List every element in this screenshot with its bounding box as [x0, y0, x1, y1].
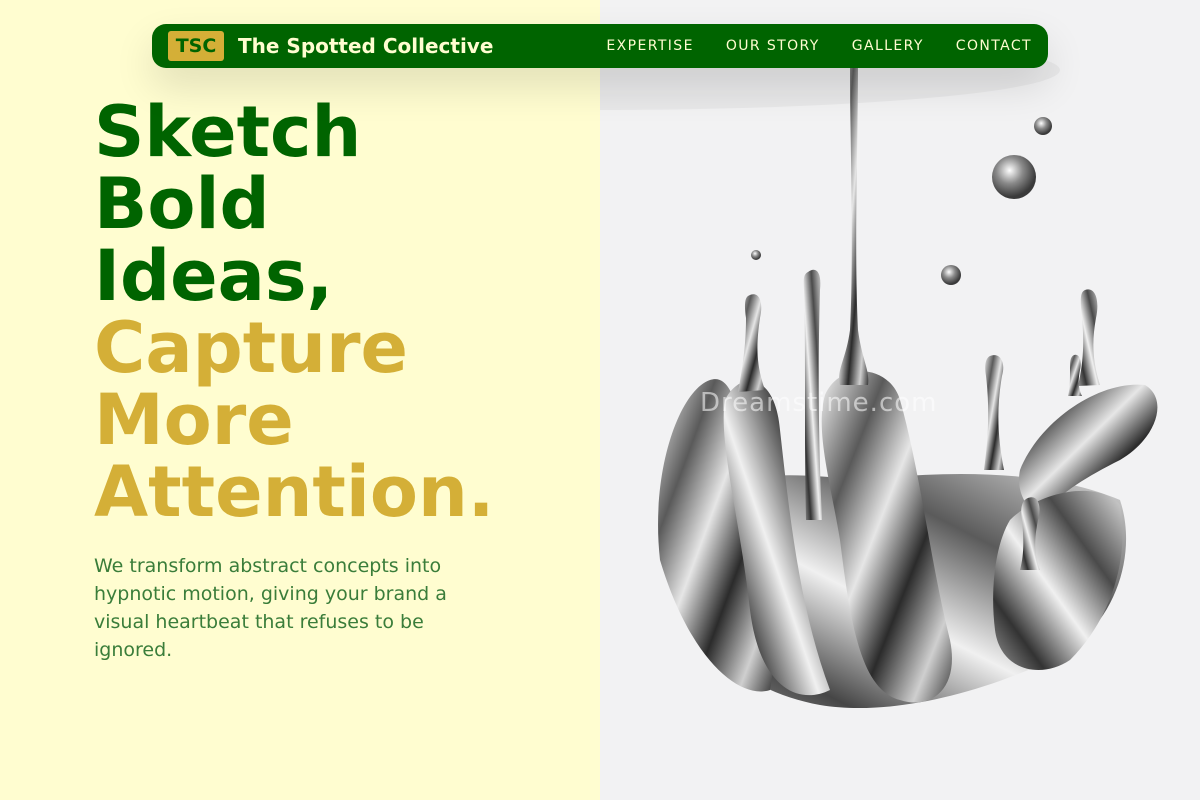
hero-title: Sketch Bold Ideas, Capture More Attentio… [94, 96, 494, 528]
hero-title-accent-line: More [94, 379, 294, 461]
hero-title-line: Bold [94, 163, 270, 245]
hero-title-line: Ideas, [94, 235, 334, 317]
top-navbar: TSC The Spotted Collective EXPERTISE OUR… [152, 24, 1048, 68]
image-watermark: Dreamstime.com [700, 388, 938, 418]
hero-title-accent-line: Attention. [94, 451, 495, 533]
nav-link-contact[interactable]: CONTACT [956, 38, 1032, 54]
nav-link-gallery[interactable]: GALLERY [852, 38, 924, 54]
hero-title-accent-line: Capture [94, 307, 409, 389]
nav-link-expertise[interactable]: EXPERTISE [606, 38, 693, 54]
brand-logo-badge[interactable]: TSC [168, 31, 224, 61]
brand-name[interactable]: The Spotted Collective [238, 34, 493, 58]
nav-link-our-story[interactable]: OUR STORY [726, 38, 820, 54]
hero-description: We transform abstract concepts into hypn… [94, 555, 447, 661]
nav-links: EXPERTISE OUR STORY GALLERY CONTACT [574, 38, 1032, 54]
hero-title-line: Sketch [94, 91, 362, 173]
